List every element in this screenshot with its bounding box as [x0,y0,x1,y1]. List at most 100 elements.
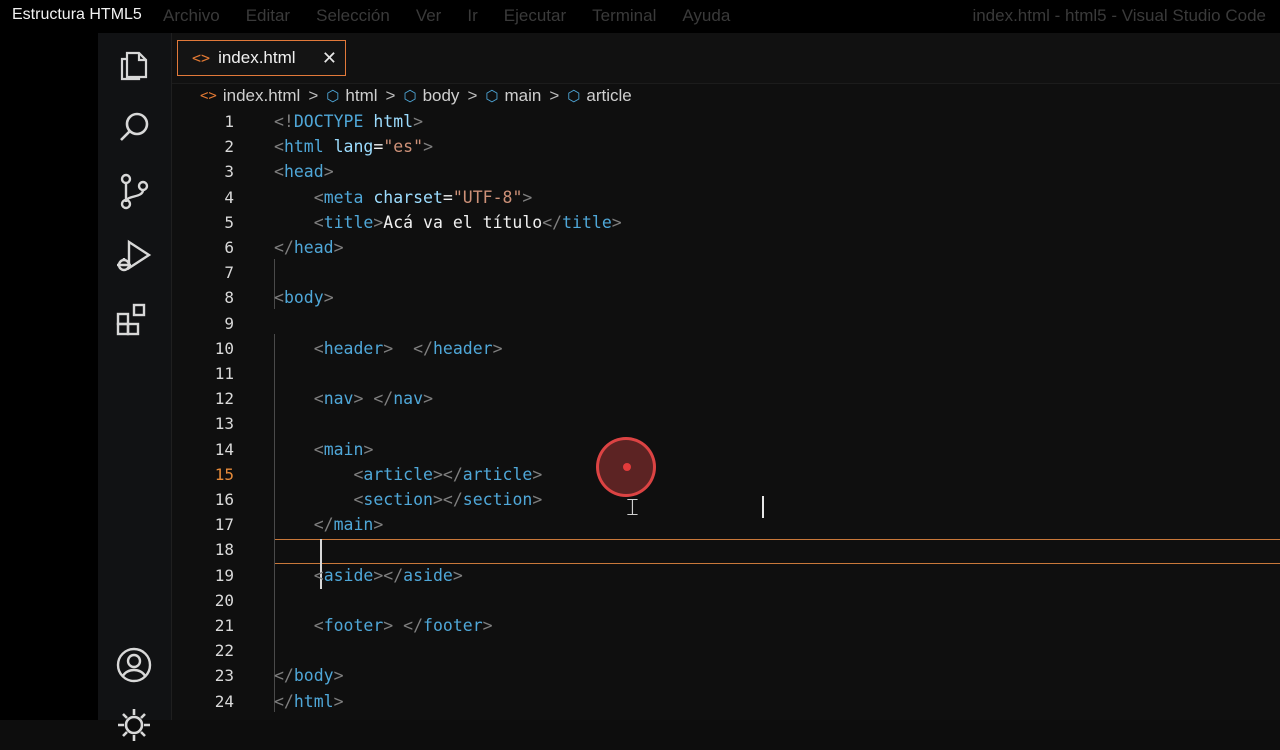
code-text[interactable]: <article></article> [274,462,542,487]
breadcrumb-item-html[interactable]: html [345,86,377,106]
breadcrumb-file[interactable]: index.html [223,86,300,106]
menu-item-archivo[interactable]: Archivo [163,6,220,26]
code-line[interactable]: 6 </head> [172,235,1280,260]
run-debug-icon[interactable] [114,236,154,276]
code-line[interactable]: 9 [172,311,1280,336]
code-line[interactable]: 20 [172,588,1280,613]
text-caret [762,496,764,518]
code-line[interactable]: 13 [172,411,1280,436]
code-text[interactable]: <head> [274,159,334,184]
files-icon[interactable] [114,45,154,85]
chevron-right-icon: > [549,86,560,105]
code-line[interactable]: 18 [172,537,1280,562]
line-number: 20 [214,590,234,610]
line-number: 16 [214,490,234,509]
title-bar: Estructura HTML5 Archivo Editar Selecció… [0,0,1280,33]
click-indicator-dot [623,463,631,471]
line-number: 9 [224,313,234,333]
code-line[interactable]: 3 <head> [172,159,1280,184]
code-line[interactable]: 5 <title>Acá va el título</title> [172,210,1280,235]
menu-item-ir[interactable]: Ir [467,6,477,26]
code-text[interactable]: </body> [274,663,344,688]
line-number: 1 [224,112,234,131]
search-icon[interactable] [114,108,154,148]
code-line[interactable]: 8 <body> [172,285,1280,310]
code-text[interactable]: </head> [274,235,344,260]
window-title: index.html - html5 - Visual Studio Code [972,6,1266,25]
code-text[interactable]: <!DOCTYPE html> [274,109,423,134]
line-number: 15 [214,464,234,484]
line-number: 19 [214,565,234,585]
code-text[interactable]: <header> </header> [274,336,503,361]
code-line[interactable]: 7 [172,260,1280,285]
code-line[interactable]: 14 <main> [172,437,1280,462]
code-line[interactable]: 17 </main> [172,512,1280,537]
html-file-icon: <> [200,88,217,104]
menu-item-seleccion[interactable]: Selección [316,6,390,26]
code-line[interactable]: 4 <meta charset="UTF-8"> [172,185,1280,210]
code-text[interactable]: <footer> </footer> [274,613,493,638]
click-indicator [596,437,656,497]
line-number: 17 [214,515,234,535]
code-line[interactable]: 16 <section></section> [172,487,1280,512]
breadcrumb-item-article[interactable]: article [586,86,631,106]
code-line[interactable]: 1 <!DOCTYPE html> [172,109,1280,134]
breadcrumb-item-body[interactable]: body [423,86,460,106]
code-text[interactable]: <body> [274,285,334,310]
chevron-right-icon: > [467,86,478,105]
line-number: 5 [224,212,234,232]
element-cube-icon: ⬡ [485,88,499,105]
code-editor[interactable]: 1 <!DOCTYPE html> 2 <html lang="es"> 3 <head>… [172,109,1280,720]
code-line[interactable]: 2 <html lang="es"> [172,134,1280,159]
line-number: 14 [214,439,234,459]
close-icon[interactable]: ✕ [322,48,337,69]
tab-index-html[interactable]: <> index.html ✕ [177,40,346,76]
line-number: 18 [214,540,234,560]
html-file-icon: <> [192,49,211,67]
tab-bar: <> index.html ✕ [172,33,1280,84]
line-number: 2 [224,137,234,157]
code-text[interactable]: <main> [274,437,374,462]
breadcrumb: <> index.html > ⬡ html > ⬡ body > ⬡ main… [200,84,632,108]
line-number: 4 [224,187,234,207]
code-line[interactable]: 15 <article></article> [172,462,1280,487]
menu-item-editar[interactable]: Editar [246,6,290,26]
source-control-icon[interactable] [114,171,154,211]
line-number: 7 [224,263,234,283]
menu-item-ver[interactable]: Ver [416,6,442,26]
menu-item-terminal[interactable]: Terminal [592,6,656,26]
line-number: 12 [214,389,234,409]
ibeam-cursor-icon: 𝙸 [624,493,641,521]
code-line[interactable]: 22 [172,638,1280,663]
menu-item-ayuda[interactable]: Ayuda [682,6,730,26]
code-text[interactable]: </main> [274,512,384,537]
code-line[interactable]: 19 <aside></aside> [172,563,1280,588]
code-text[interactable]: <nav> </nav> [274,386,433,411]
account-icon[interactable] [114,645,154,685]
activity-bar [98,33,172,741]
element-cube-icon: ⬡ [567,88,581,105]
code-text[interactable]: <html lang="es"> [274,134,433,159]
line-number: 23 [214,666,234,686]
line-number: 22 [214,641,234,661]
code-text[interactable]: <meta charset="UTF-8"> [274,185,533,210]
breadcrumb-item-main[interactable]: main [504,86,541,106]
code-line[interactable]: 24 </html> [172,689,1280,714]
code-text[interactable]: <title>Acá va el título</title> [274,210,622,235]
extensions-icon[interactable] [114,300,154,340]
code-text[interactable]: </html> [274,689,344,714]
line-number: 3 [224,162,234,182]
left-black-strip [0,33,98,720]
code-line[interactable]: 10 <header> </header> [172,336,1280,361]
settings-gear-icon[interactable] [114,705,154,745]
code-line[interactable]: 11 [172,361,1280,386]
code-line[interactable]: 23 </body> [172,663,1280,688]
code-text[interactable]: <aside></aside> [274,563,463,588]
code-line[interactable]: 21 <footer> </footer> [172,613,1280,638]
chevron-right-icon: > [385,86,396,105]
menu-item-ejecutar[interactable]: Ejecutar [504,6,566,26]
code-line[interactable]: 12 <nav> </nav> [172,386,1280,411]
app-caption: Estructura HTML5 [12,6,142,23]
code-text[interactable]: <section></section> [274,487,542,512]
tab-label: index.html [218,48,296,67]
